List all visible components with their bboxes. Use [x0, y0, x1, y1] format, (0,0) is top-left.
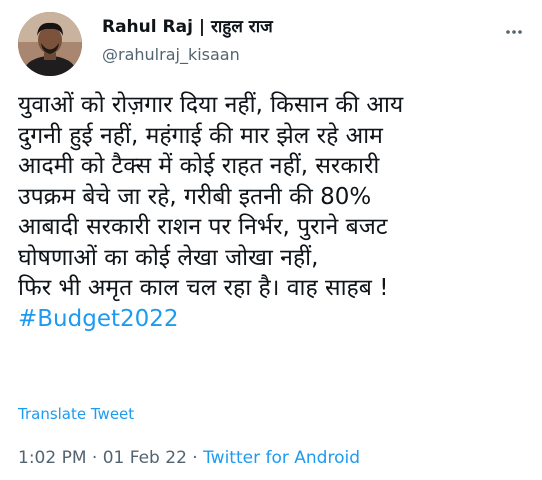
- tweet-text-line: आबादी सरकारी राशन पर निर्भर, पुराने बजट: [18, 214, 388, 240]
- tweet-metadata: 1:02 PM · 01 Feb 22 · Twitter for Androi…: [18, 448, 360, 468]
- tweet-text-line: उपक्रम बेचे जा रहे, गरीबी इतनी की 80%: [18, 183, 372, 210]
- tweet-time[interactable]: 1:02 PM: [18, 448, 87, 468]
- translate-tweet-link[interactable]: Translate Tweet: [18, 405, 134, 423]
- meta-separator: ·: [192, 448, 198, 468]
- more-dots-icon[interactable]: [502, 20, 526, 44]
- meta-separator: ·: [91, 448, 98, 468]
- tweet-date[interactable]: 01 Feb 22: [103, 448, 187, 468]
- tweet-card: Rahul Raj | राहुल राज @rahulraj_kisaan य…: [0, 0, 542, 480]
- tweet-text: युवाओं को रोज़गार दिया नहीं, किसान की आय…: [18, 90, 533, 334]
- author-info: Rahul Raj | राहुल राज @rahulraj_kisaan: [102, 16, 273, 65]
- tweet-text-line: दुगनी हुई नहीं, महंगाई की मार झेल रहे आम: [18, 122, 383, 149]
- tweet-text-line: घोषणाओं का कोई लेखा जोखा नहीं,: [18, 244, 319, 271]
- display-name[interactable]: Rahul Raj | राहुल राज: [102, 16, 273, 38]
- avatar[interactable]: [18, 12, 82, 76]
- tweet-text-line: युवाओं को रोज़गार दिया नहीं, किसान की आय: [18, 92, 404, 118]
- user-handle[interactable]: @rahulraj_kisaan: [102, 45, 273, 65]
- tweet-text-line: आदमी को टैक्स में कोई राहत नहीं, सरकारी: [18, 153, 380, 179]
- tweet-text-line: फिर भी अमृत काल चल रहा है। वाह साहब !: [18, 275, 389, 301]
- tweet-source-link[interactable]: Twitter for Android: [203, 448, 360, 468]
- profile-photo-image: [18, 12, 82, 76]
- tweet-header: Rahul Raj | राहुल राज @rahulraj_kisaan: [12, 8, 532, 80]
- hashtag-link[interactable]: #Budget2022: [18, 304, 533, 335]
